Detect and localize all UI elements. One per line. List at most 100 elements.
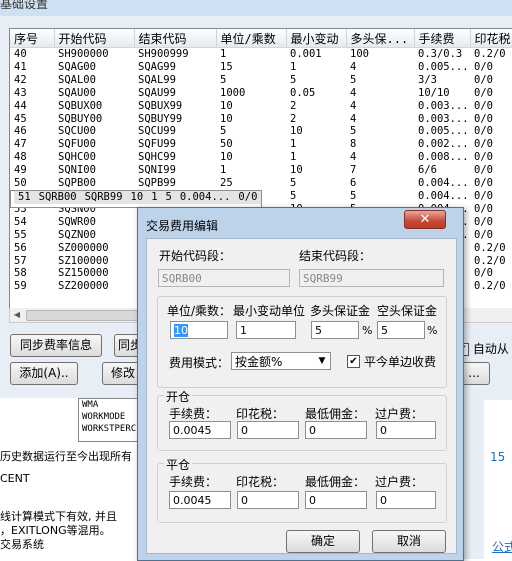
- table-cell: 0/0: [474, 228, 493, 241]
- fee-mode-select[interactable]: 按金额% ▼: [231, 352, 331, 370]
- table-cell: SQPB00: [58, 177, 96, 190]
- table-cell: 0.2/0: [474, 254, 506, 267]
- table-row[interactable]: 43 SQAU00 SQAU99 1000 0.05 4 10/10 0/0: [10, 87, 512, 100]
- table-cell: 55: [14, 228, 27, 241]
- table-cell: 5: [290, 73, 297, 86]
- column-header[interactable]: 手续费: [414, 29, 471, 48]
- table-cell: 48: [14, 151, 27, 164]
- table-row[interactable]: 47 SQFU00 SQFU99 50 1 8 0.002... 0/0: [10, 138, 512, 151]
- table-cell: 0/0: [474, 177, 493, 190]
- table-cell: SQAU00: [58, 86, 96, 99]
- table-cell: SQFU00: [58, 138, 96, 151]
- table-cell: SQAG00: [58, 60, 96, 73]
- chevron-down-icon[interactable]: ▼: [314, 353, 330, 369]
- close-transfer-field[interactable]: 0: [376, 491, 436, 509]
- table-cell: SQNI00: [58, 164, 96, 177]
- column-header[interactable]: 单位/乘数: [216, 29, 287, 48]
- table-cell: 6: [350, 177, 357, 190]
- help-text-line: CENT: [0, 472, 30, 485]
- close-icon[interactable]: ✕: [404, 210, 446, 229]
- table-row[interactable]: 46 SQCU00 SQCU99 5 10 5 0.005... 0/0: [10, 125, 512, 138]
- table-cell: 0/0: [474, 86, 493, 99]
- table-cell: 5: [220, 125, 227, 138]
- function-item[interactable]: WORKMODE: [82, 411, 137, 423]
- table-cell: 1: [290, 138, 297, 151]
- open-min-commission-label: 最低佣金：: [305, 407, 366, 421]
- scroll-thumb[interactable]: [26, 310, 148, 321]
- table-row[interactable]: 50 SQPB00 SQPB99 25 5 6 0.004... 0/0: [10, 177, 512, 190]
- table-row[interactable]: 49 SQNI00 SQNI99 1 10 7 6/6 0/0: [10, 164, 512, 177]
- dialog-body: 开始代码段： 结束代码段： SQRB00 SQRB99 单位/乘数： 最小变动单…: [146, 238, 457, 554]
- column-header[interactable]: 结束代码: [134, 29, 217, 48]
- close-stamp-field[interactable]: 0: [237, 491, 299, 509]
- table-cell: SQZN00: [58, 228, 96, 241]
- end-code-field[interactable]: SQRB99: [299, 269, 444, 287]
- table-cell: 0.004...: [175, 190, 235, 204]
- ok-button[interactable]: 确定: [286, 530, 360, 553]
- open-fee-label: 手续费：: [169, 407, 218, 421]
- table-cell: SH900000: [58, 48, 109, 60]
- short-margin-field[interactable]: 5: [377, 321, 425, 339]
- close-min-commission-field[interactable]: 0: [305, 491, 367, 509]
- close-today-checkbox[interactable]: ✔: [347, 355, 360, 368]
- table-cell: SQNI99: [138, 164, 176, 177]
- table-row[interactable]: 42 SQAL00 SQAL99 5 5 5 3/3 0/0: [10, 74, 512, 87]
- function-item[interactable]: WMA: [82, 399, 137, 411]
- table-cell: SZ150000: [58, 267, 109, 280]
- scroll-left-icon[interactable]: ◀: [12, 310, 22, 320]
- function-item[interactable]: WORKSTPERCE: [82, 423, 137, 435]
- min-tick-field[interactable]: 1: [236, 321, 296, 339]
- open-stamp-label: 印花税：: [236, 407, 285, 421]
- close-min-commission-label: 最低佣金：: [305, 475, 366, 489]
- table-row[interactable]: 44 SQBUX00 SQBUX99 10 2 4 0.003... 0/0: [10, 100, 512, 113]
- open-transfer-field[interactable]: 0: [376, 421, 436, 439]
- close-group-title: 平仓: [164, 456, 193, 473]
- table-cell: 6/6: [418, 164, 437, 177]
- table-cell: 4: [350, 60, 357, 73]
- table-cell: 5: [350, 189, 357, 202]
- table-cell: 10/10: [418, 86, 450, 99]
- column-header[interactable]: 最小变动: [286, 29, 347, 48]
- help-text-line: 历史数据运行至今出现所有: [0, 450, 132, 463]
- table-cell: 25: [220, 177, 233, 190]
- table-row[interactable]: 40 SH900000 SH900999 1 0.001 100 0.3/0.3 0.2/0: [10, 48, 512, 61]
- table-row[interactable]: 41 SQAG00 SQAG99 15 1 4 0.005... 0/0: [10, 61, 512, 74]
- table-cell: 58: [14, 267, 27, 280]
- table-cell: 10: [290, 125, 303, 138]
- column-header[interactable]: 序号: [10, 29, 55, 48]
- long-margin-field[interactable]: 5: [311, 321, 359, 339]
- close-today-label: 平今单边收费: [364, 355, 437, 369]
- sync-rates-button[interactable]: 同步费率信息: [10, 334, 102, 357]
- close-fee-field[interactable]: 0.0045: [169, 491, 231, 509]
- table-row[interactable]: 45 SQBUY00 SQBUY99 10 2 4 0.003... 0/0: [10, 113, 512, 126]
- unit-field[interactable]: 10: [170, 321, 228, 339]
- open-min-commission-field[interactable]: 0: [305, 421, 367, 439]
- table-cell: 0.001: [290, 48, 322, 60]
- column-header[interactable]: 开始代码: [54, 29, 135, 48]
- table-cell: 0/0: [474, 99, 493, 112]
- table-cell: SQCU00: [58, 125, 96, 138]
- table-cell: 2: [290, 112, 297, 125]
- table-row[interactable]: 48 SQHC00 SQHC99 10 1 4 0.008... 0/0: [10, 151, 512, 164]
- column-header[interactable]: 多头保...: [346, 29, 415, 48]
- add-button[interactable]: 添加(A)..: [10, 362, 78, 385]
- table-cell: 0.004...: [418, 189, 469, 202]
- table-cell: 0/0: [234, 190, 262, 204]
- table-cell: 10: [220, 99, 233, 112]
- function-list[interactable]: WMA WORKMODE WORKSTPERCE: [78, 398, 137, 442]
- table-cell: 50: [14, 177, 27, 190]
- table-cell: 4: [350, 151, 357, 164]
- table-cell: SQBUX00: [58, 99, 103, 112]
- cancel-button[interactable]: 取消: [372, 530, 446, 553]
- formula-link[interactable]: 公式: [492, 538, 512, 555]
- table-cell: 5: [220, 73, 227, 86]
- table-cell: 46: [14, 125, 27, 138]
- column-header[interactable]: 印花税: [470, 29, 512, 48]
- table-cell: 100: [350, 48, 369, 60]
- start-code-field[interactable]: SQRB00: [158, 269, 290, 287]
- open-stamp-field[interactable]: 0: [237, 421, 299, 439]
- table-row[interactable]: 51 SQRB00 SQRB99 10 1 5 0.004... 0/0: [10, 189, 263, 208]
- open-fee-field[interactable]: 0.0045: [169, 421, 231, 439]
- open-transfer-label: 过户费：: [375, 407, 424, 421]
- fee-mode-value: 按金额%: [235, 355, 283, 369]
